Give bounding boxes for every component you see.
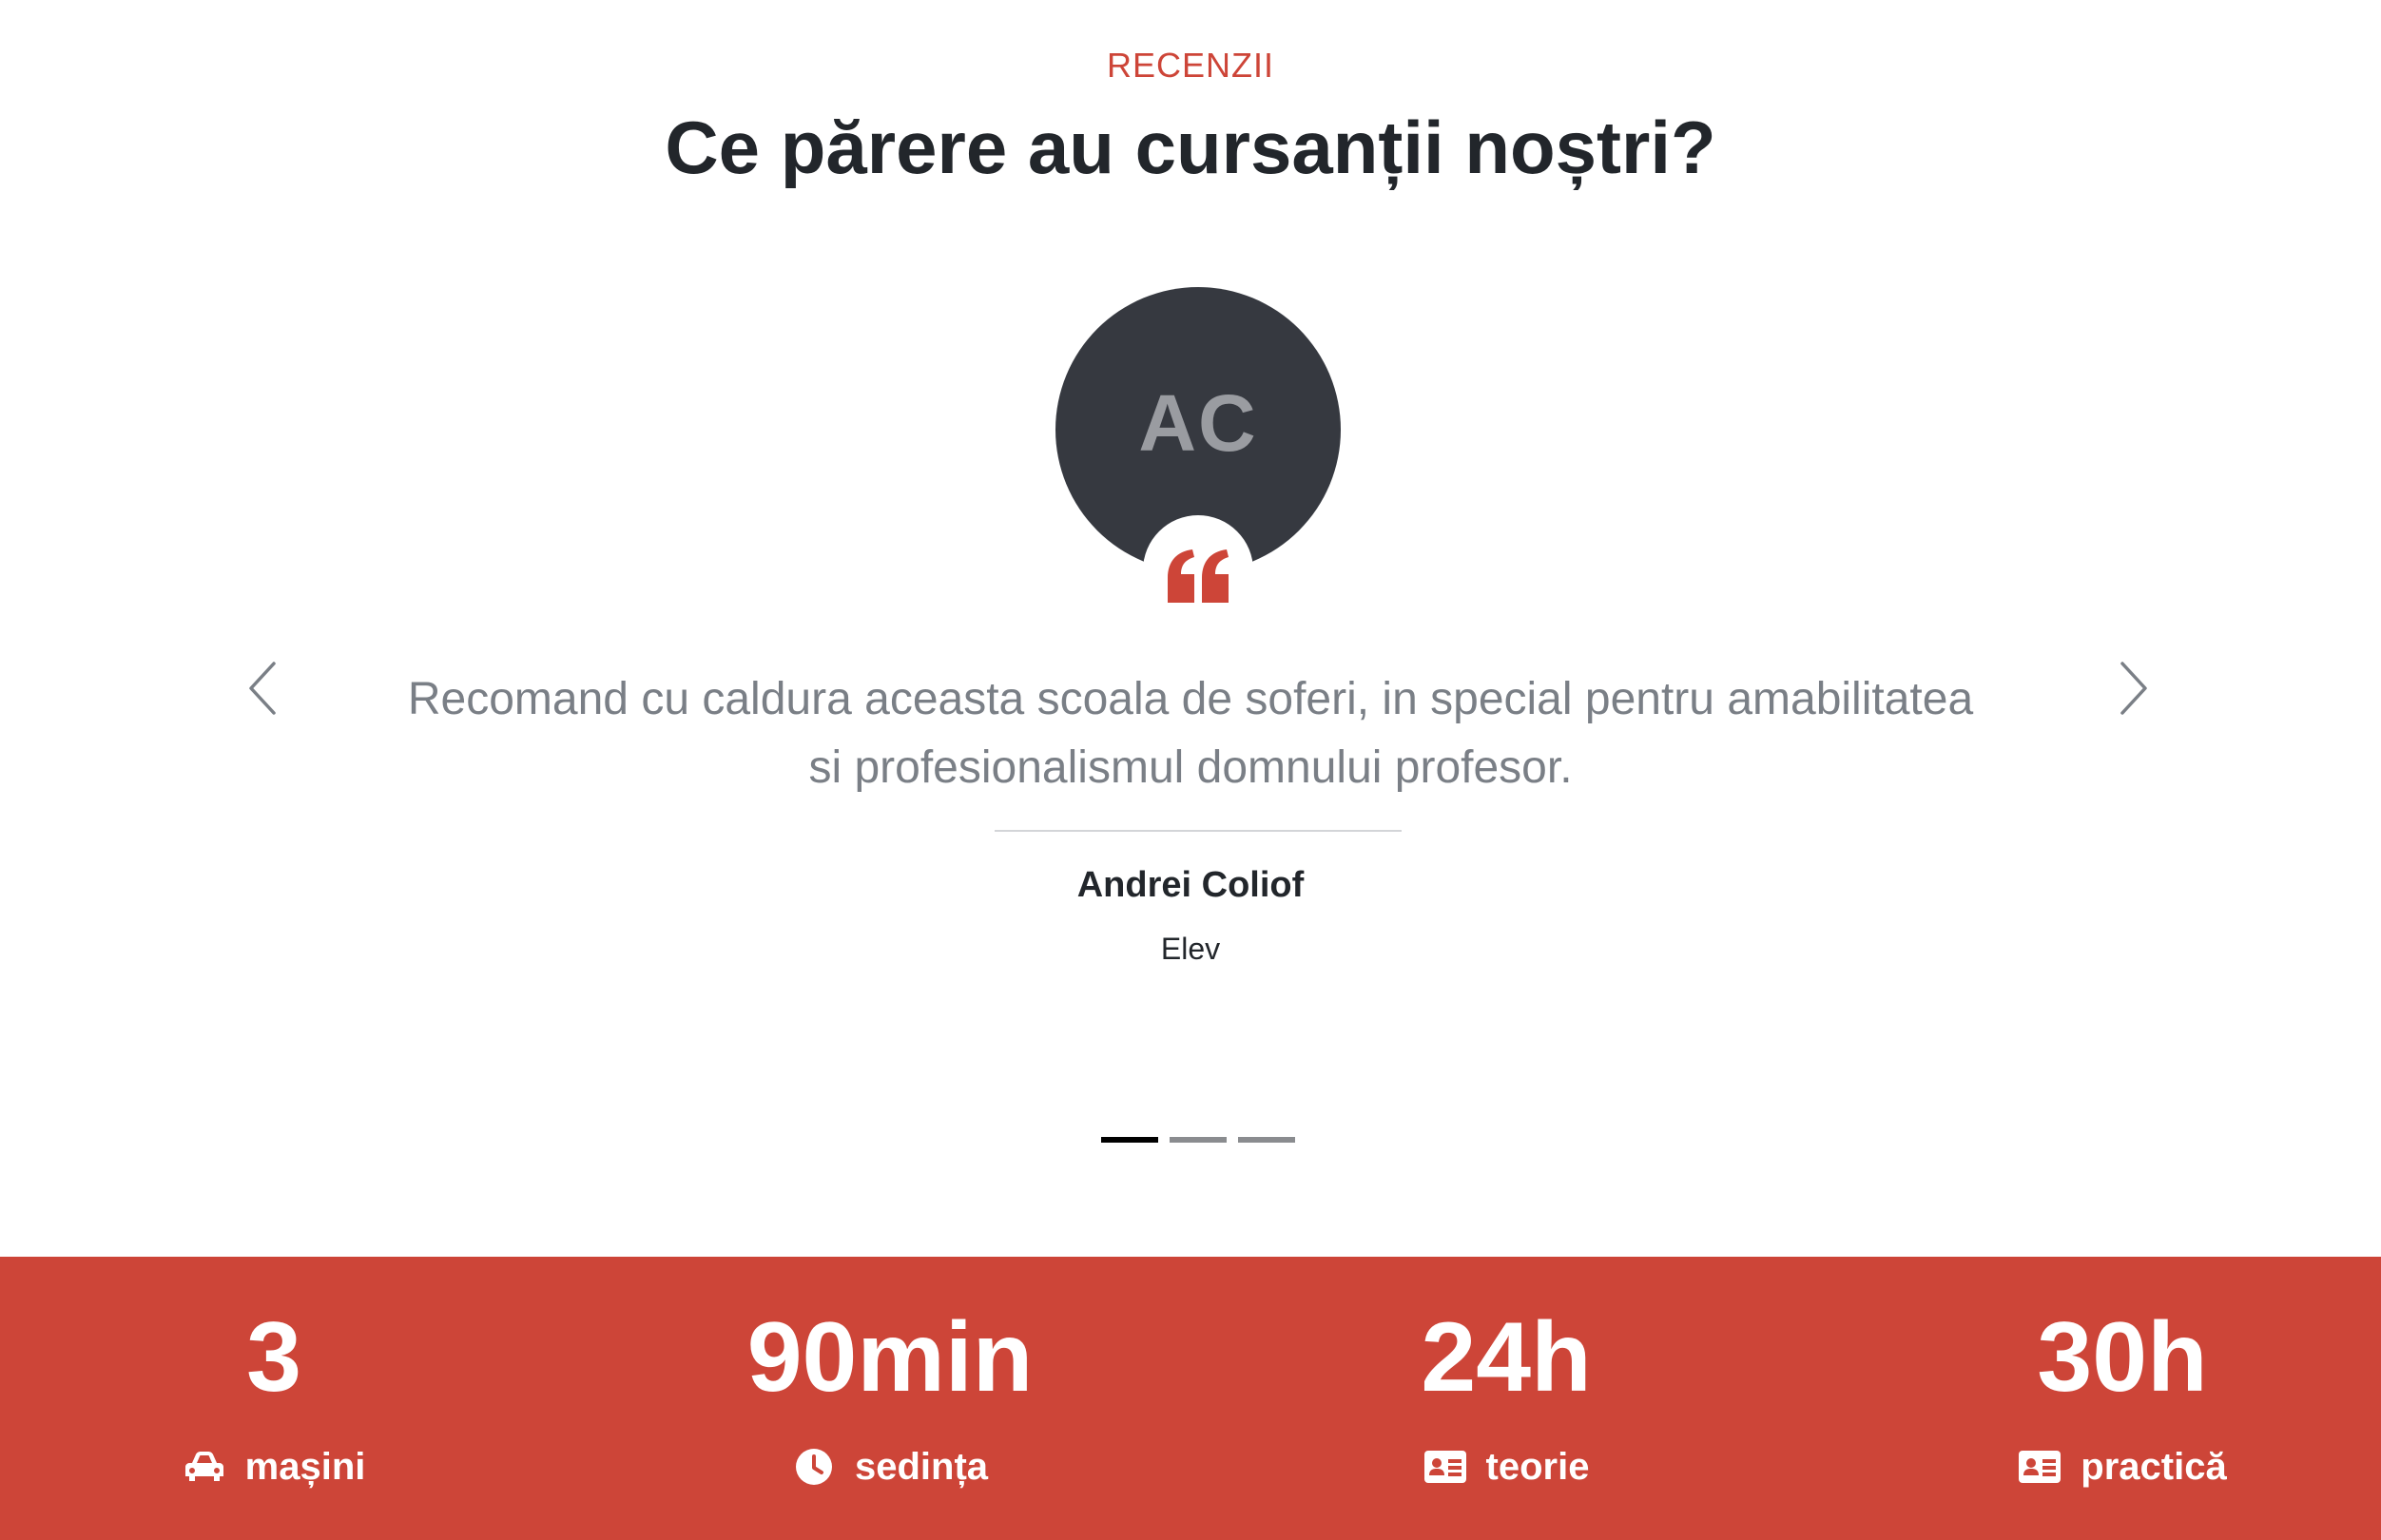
stat-session: 90min sedința	[652, 1257, 1128, 1540]
stats-bar: 3 mașini 90min sedința 24h teorie 30h pr…	[0, 1257, 2381, 1540]
stat-label-row: practică	[1885, 1443, 2360, 1491]
author-role: Elev	[1160, 932, 1221, 966]
carousel-dot-1[interactable]	[1101, 1137, 1158, 1143]
review-divider	[995, 830, 1402, 832]
stat-label: sedința	[854, 1446, 989, 1488]
clock-icon	[792, 1445, 836, 1489]
stat-practice: 30h practică	[1885, 1257, 2360, 1540]
avatar-initials: AC	[1138, 377, 1258, 468]
id-card-icon	[2018, 1445, 2062, 1489]
author-name: Andrei Coliof	[1076, 865, 1305, 905]
stat-value: 30h	[2037, 1302, 2208, 1413]
stat-label-row: sedința	[652, 1443, 1128, 1491]
chevron-right-icon	[2120, 662, 2147, 715]
stat-value: 3	[246, 1302, 301, 1413]
quote-badge	[1143, 515, 1253, 626]
stat-label-row: mașini	[36, 1443, 512, 1491]
carousel-next-button[interactable]	[2101, 656, 2168, 722]
carousel-dot-2[interactable]	[1170, 1137, 1227, 1143]
quote-icon	[1168, 549, 1229, 603]
stat-cars: 3 mașini	[36, 1257, 512, 1540]
car-icon	[183, 1445, 226, 1489]
stat-value: 90min	[746, 1302, 1034, 1413]
reviews-section: RECENZII Ce părere au cursanții noștri? …	[0, 0, 2381, 1257]
section-eyebrow: RECENZII	[1106, 46, 1274, 85]
carousel-dot-3[interactable]	[1238, 1137, 1295, 1143]
stat-label: practică	[2081, 1446, 2227, 1488]
carousel-prev-button[interactable]	[228, 656, 295, 722]
stat-theory: 24h teorie	[1268, 1257, 1744, 1540]
stat-label: teorie	[1485, 1446, 1590, 1488]
chevron-left-icon	[249, 662, 276, 715]
stat-label-row: teorie	[1268, 1443, 1744, 1491]
stat-value: 24h	[1421, 1302, 1592, 1413]
review-text: Recomand cu caldura aceasta scoala de so…	[407, 674, 1974, 793]
stat-label: mașini	[244, 1446, 366, 1488]
carousel-dots	[1101, 1137, 1295, 1143]
section-title: Ce părere au cursanții noștri?	[665, 106, 1716, 189]
id-card-icon	[1423, 1445, 1467, 1489]
